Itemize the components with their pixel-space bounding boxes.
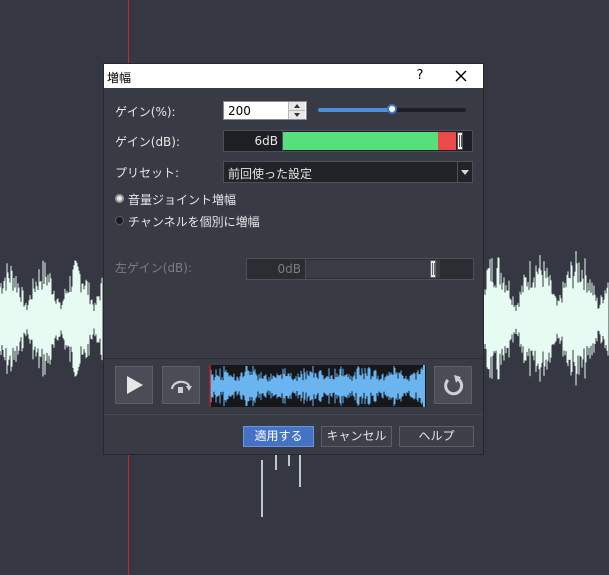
chevron-up-icon <box>294 104 300 108</box>
radio-separate-label[interactable]: チャンネルを個別に増幅 <box>128 213 260 230</box>
gain-db-knob[interactable] <box>456 132 463 150</box>
chevron-down-icon <box>294 113 300 117</box>
play-icon <box>127 376 143 394</box>
dialog-titlebar: 増幅 ? <box>104 64 483 88</box>
loop-icon <box>170 380 192 393</box>
gain-slider-fill <box>318 108 392 112</box>
preview-waveform[interactable] <box>209 365 426 407</box>
gain-percent-value[interactable]: 200 <box>228 104 251 118</box>
help-question-button[interactable]: ? <box>411 67 429 85</box>
gain-db-red-bar <box>437 132 456 150</box>
play-button[interactable] <box>115 366 153 404</box>
radio-separate-channels[interactable] <box>115 216 124 225</box>
dialog-title: 増幅 <box>107 71 132 85</box>
gain-db-value: 6dB <box>254 134 278 148</box>
preset-select[interactable]: 前回使った設定 <box>223 161 473 183</box>
chevron-down-icon <box>461 170 469 175</box>
refresh-icon <box>444 375 464 396</box>
gain-db-label: ゲイン(dB): <box>115 135 181 149</box>
preset-value: 前回使った設定 <box>228 167 313 181</box>
left-gain-value: 0dB <box>277 262 301 276</box>
help-button[interactable]: ヘルプ <box>399 426 474 447</box>
divider <box>104 414 483 415</box>
spin-down-button[interactable] <box>289 111 305 119</box>
spin-arrows <box>288 102 306 119</box>
divider <box>104 358 483 359</box>
gain-db-green-bar <box>283 132 438 150</box>
left-gain-meter: 0dB <box>246 258 474 280</box>
left-gain-label: 左ゲイン(dB): <box>115 261 193 275</box>
refresh-button[interactable] <box>434 366 472 404</box>
spin-up-button[interactable] <box>289 102 305 111</box>
gain-db-readout: 6dB <box>224 131 283 151</box>
gain-percent-spinbox[interactable]: 200 <box>223 101 307 120</box>
preset-dropdown-button[interactable] <box>457 162 472 182</box>
left-gain-readout: 0dB <box>247 259 306 279</box>
gain-db-meter[interactable]: 6dB <box>223 130 473 152</box>
gain-percent-slider[interactable] <box>318 104 466 114</box>
left-gain-bar <box>306 260 440 278</box>
gain-slider-thumb[interactable] <box>387 104 397 114</box>
apply-button[interactable]: 適用する <box>243 426 314 447</box>
left-gain-knob <box>430 260 436 278</box>
close-icon[interactable] <box>452 67 470 85</box>
loop-button[interactable] <box>162 366 200 404</box>
gain-percent-label: ゲイン(%): <box>115 105 176 119</box>
radio-joint-label[interactable]: 音量ジョイント増幅 <box>128 191 236 208</box>
radio-joint-amplify[interactable] <box>115 194 124 203</box>
preset-label: プリセット: <box>115 166 180 180</box>
cancel-button[interactable]: キャンセル <box>321 426 392 447</box>
amplify-dialog: 増幅 ? ゲイン(%): 200 ゲイン(dB): 6dB プリセット: 前回使… <box>103 63 484 455</box>
